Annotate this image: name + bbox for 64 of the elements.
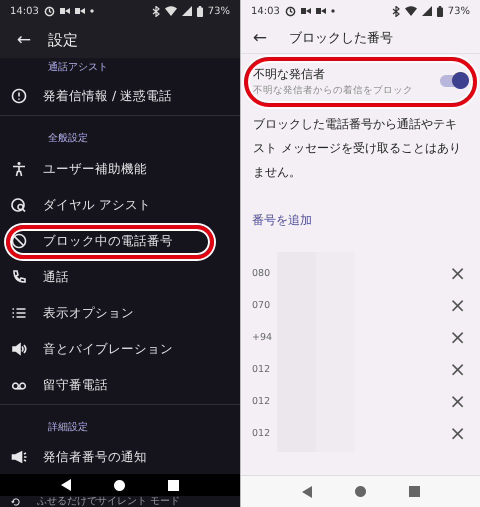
battery-icon [196,6,203,16]
remove-button[interactable]: × [449,263,466,283]
settings-item[interactable]: 発着信情報 / 迷惑電話 [0,78,240,114]
setting-subtitle: 不明な発信者からの着信をブロック [253,84,414,96]
phone-icon [11,269,27,285]
back-button[interactable]: ← [0,30,48,50]
dot-icon [90,9,94,13]
megaphone-icon [11,449,27,465]
settings-item[interactable]: 音とバイブレーション [0,331,240,367]
recents-nav-icon[interactable] [168,480,179,490]
notification-icon [316,7,326,15]
status-time: 14:03 [10,6,39,16]
dial-assist-icon [11,197,27,213]
bluetooth-icon [392,6,400,16]
list-icon [11,305,27,321]
settings-item[interactable]: 表示オプション [0,295,240,331]
phone-number: 012 [252,396,270,406]
info-icon [11,88,27,104]
remove-button[interactable]: × [449,327,466,347]
wifi-icon [404,6,417,16]
screen-title: 設定 [48,30,78,50]
remove-button[interactable]: × [449,295,466,315]
notification-icon [60,7,70,15]
person-icon [11,161,27,177]
settings-item[interactable]: 発信者番号の通知 [0,440,240,474]
bluetooth-icon [152,6,160,16]
battery-level: 73% [448,6,470,16]
back-button[interactable]: ← [241,28,279,48]
section-header: 全般設定 [48,132,88,145]
phone-number: 012 [252,364,270,374]
settings-item[interactable]: 留守番電話 [0,367,240,403]
unknown-callers-row[interactable]: 不明な発信者 不明な発信者からの着信をブロック [241,58,480,104]
settings-item[interactable]: ブロック中の電話番号 [0,223,240,259]
battery-icon [436,6,443,16]
signal-icon [182,6,192,16]
settings-item[interactable]: 通話 [0,259,240,295]
remove-button[interactable]: × [449,391,466,411]
phone-number: 070 [252,300,270,310]
section-header: 通話アシスト [48,60,108,74]
notification-icon [74,7,85,15]
screen-title: ブロックした番号 [289,30,393,46]
section-header: 詳細設定 [48,420,88,434]
dot-icon [330,9,335,13]
wifi-icon [164,6,177,16]
battery-level: 73% [208,6,230,16]
phone-number: +94 [252,332,272,342]
toggle-switch[interactable] [440,75,466,87]
phone-number: 080 [252,268,270,278]
speaker-icon [11,341,27,357]
block-icon [11,233,27,249]
settings-item[interactable]: ユーザー補助機能 [0,151,240,187]
status-time: 14:03 [251,6,280,16]
home-nav-icon[interactable] [114,480,125,490]
remove-button[interactable]: × [449,359,466,379]
rotate-icon [11,496,21,506]
settings-item[interactable]: ダイヤル アシスト [0,187,240,223]
back-nav-icon[interactable] [61,479,71,491]
setting-title: 不明な発信者 [253,66,326,82]
add-number-link[interactable]: 番号を追加 [252,212,312,229]
notification-icon [300,7,311,15]
remove-button[interactable]: × [449,423,466,443]
description-text: ブロックした電話番号から通話やテキスト メッセージを受け取ることはありません。 [253,116,462,181]
phone-number: 012 [252,428,270,438]
signal-icon [422,6,432,16]
